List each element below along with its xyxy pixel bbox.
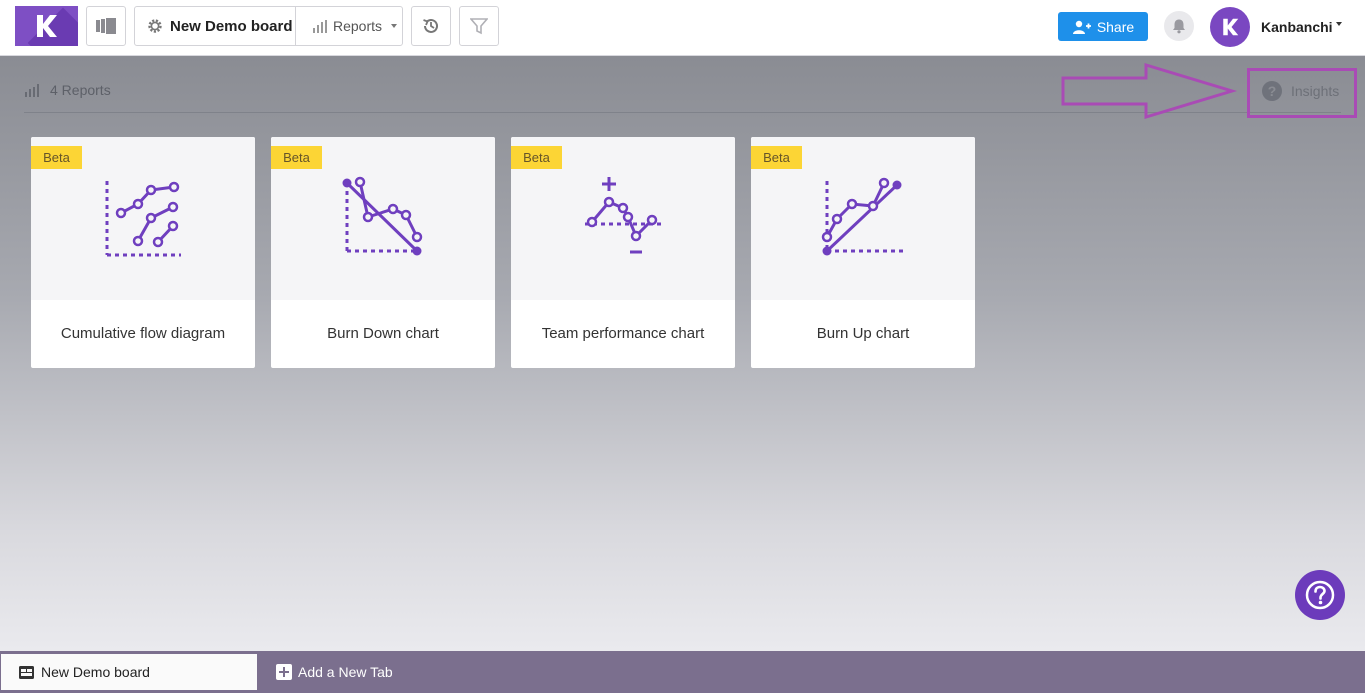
boards-panel-button[interactable] bbox=[86, 6, 126, 46]
report-card-burn-up[interactable]: Beta Burn Up chart bbox=[751, 137, 975, 368]
cumulative-flow-icon bbox=[105, 181, 181, 257]
help-button[interactable] bbox=[1295, 570, 1345, 620]
user-avatar[interactable] bbox=[1210, 7, 1250, 47]
reports-label: Reports bbox=[333, 18, 383, 34]
chevron-down-icon bbox=[391, 24, 398, 28]
history-button[interactable] bbox=[411, 6, 451, 46]
tabs-bar: New Demo board Add a New Tab bbox=[0, 651, 1365, 693]
board-title: New Demo board bbox=[170, 17, 293, 35]
reports-page: 4 Reports ? Insights Beta Cumulative flo… bbox=[0, 56, 1365, 651]
user-menu-caret-icon[interactable] bbox=[1336, 22, 1342, 26]
beta-badge: Beta bbox=[511, 146, 562, 169]
card-title: Burn Down chart bbox=[327, 325, 439, 342]
insights-label: Insights bbox=[1291, 83, 1340, 99]
card-title: Cumulative flow diagram bbox=[60, 325, 226, 342]
board-tab-icon bbox=[19, 665, 34, 679]
kanbanchi-logo[interactable] bbox=[15, 6, 78, 46]
tab-new-demo-board[interactable]: New Demo board bbox=[1, 654, 257, 690]
add-tab-label: Add a New Tab bbox=[298, 664, 393, 680]
share-button[interactable]: Share bbox=[1058, 12, 1148, 41]
share-label: Share bbox=[1096, 18, 1135, 35]
insights-button[interactable]: ? Insights bbox=[1262, 81, 1339, 101]
card-title: Team performance chart bbox=[541, 325, 705, 342]
burn-up-icon bbox=[821, 177, 903, 256]
user-name[interactable]: Kanbanchi bbox=[1261, 19, 1333, 35]
question-icon: ? bbox=[1262, 81, 1282, 101]
notifications-button[interactable] bbox=[1164, 11, 1194, 41]
beta-badge: Beta bbox=[271, 146, 322, 169]
team-performance-icon bbox=[585, 177, 663, 254]
reports-count: 4 Reports bbox=[50, 82, 111, 98]
board-menu: New Demo board Reports bbox=[134, 6, 403, 46]
tab-label: New Demo board bbox=[41, 664, 150, 680]
kanbanchi-logo-icon bbox=[37, 15, 57, 37]
beta-badge: Beta bbox=[751, 146, 802, 169]
burn-down-icon bbox=[342, 176, 423, 256]
users-icon bbox=[1072, 20, 1091, 34]
reports-dropdown[interactable]: Reports bbox=[297, 7, 402, 45]
report-card-burn-down[interactable]: Beta Burn Down chart bbox=[271, 137, 495, 368]
board-settings-button[interactable]: New Demo board bbox=[135, 7, 296, 45]
reports-header: 4 Reports bbox=[24, 82, 111, 98]
annotation-arrow-icon bbox=[1061, 63, 1238, 119]
top-bar: New Demo board Reports Share Kanbanchi bbox=[0, 0, 1365, 56]
boards-icon bbox=[96, 18, 116, 34]
filter-button[interactable] bbox=[459, 6, 499, 46]
history-icon bbox=[423, 18, 438, 33]
add-new-tab-button[interactable]: Add a New Tab bbox=[276, 654, 393, 690]
gear-icon bbox=[148, 19, 162, 33]
report-card-cumulative-flow[interactable]: Beta Cumulative flow diagram bbox=[31, 137, 255, 368]
plus-icon bbox=[276, 664, 292, 680]
report-card-team-performance[interactable]: Beta Team performance chart bbox=[511, 137, 735, 368]
help-question-icon bbox=[1305, 580, 1335, 610]
bell-icon bbox=[1173, 19, 1185, 34]
card-title: Burn Up chart bbox=[816, 325, 910, 342]
reports-bar-icon bbox=[25, 83, 39, 97]
filter-icon bbox=[470, 18, 488, 35]
bar-chart-icon bbox=[313, 20, 327, 33]
kanbanchi-avatar-icon bbox=[1223, 18, 1239, 36]
beta-badge: Beta bbox=[31, 146, 82, 169]
